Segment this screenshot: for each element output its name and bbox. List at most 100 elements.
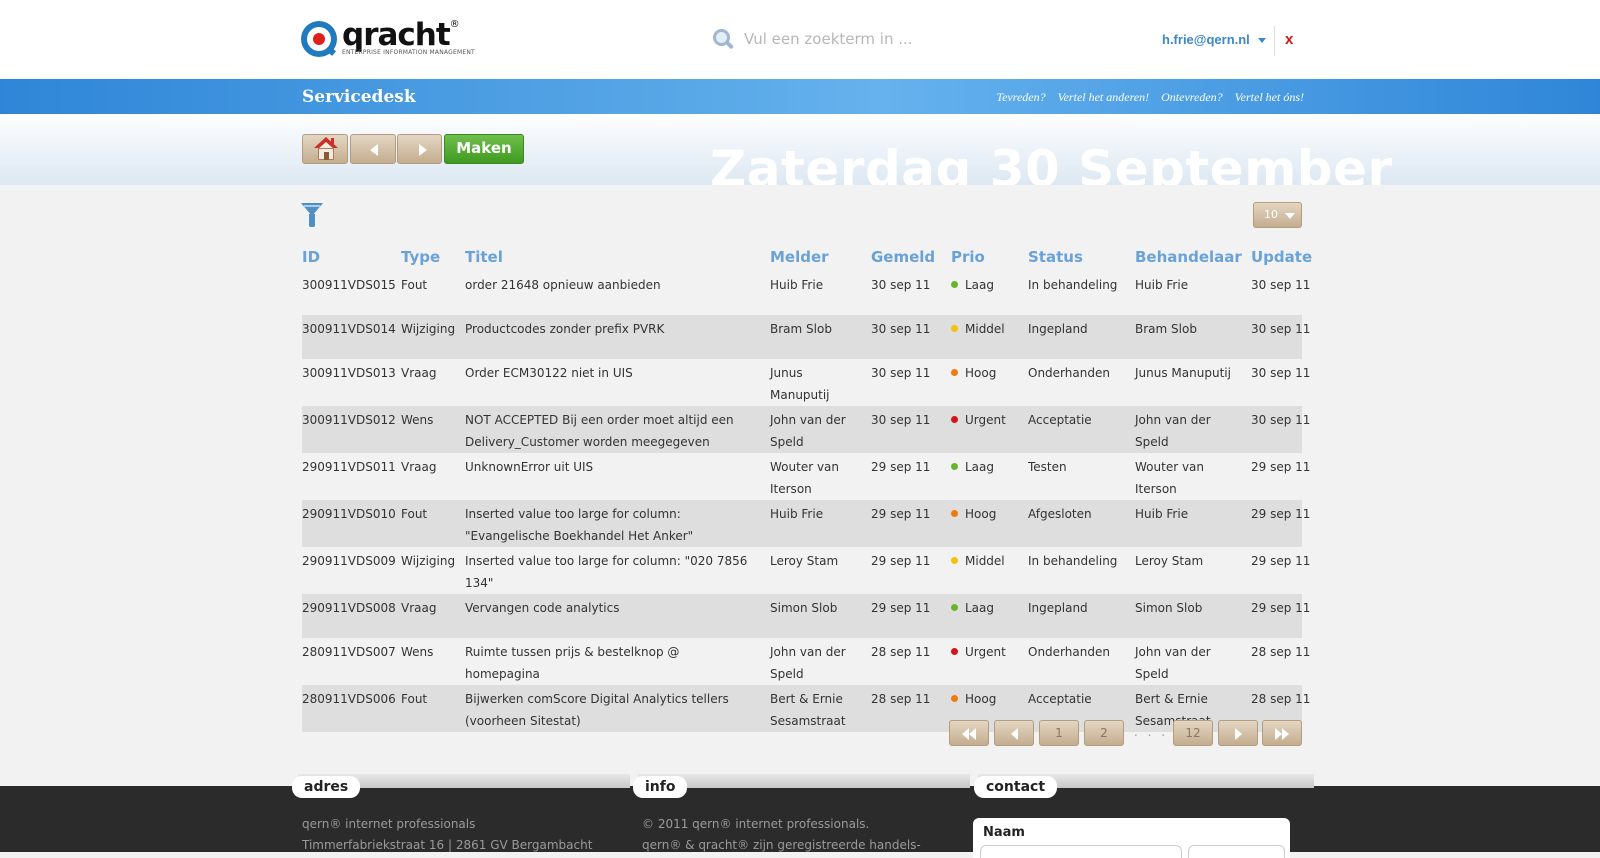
qracht-logo[interactable]: qracht® ENTERPRISE INFORMATION MANAGEMEN…	[301, 17, 475, 59]
feedback-link-vertel-ons[interactable]: Vertel het óns!	[1235, 90, 1304, 104]
ticket-status: Acceptatie	[1028, 406, 1135, 453]
priority-label: Middel	[965, 322, 1005, 336]
ticket-type: Vraag	[401, 594, 465, 638]
user-menu[interactable]: h.frie@qern.nl	[1162, 32, 1266, 47]
ticket-reporter: John van der Speld	[770, 645, 846, 681]
priority-label: Urgent	[965, 413, 1006, 427]
column-header-prio[interactable]: Prio	[951, 243, 1028, 271]
priority-label: Urgent	[965, 645, 1006, 659]
ticket-status: In behandeling	[1028, 554, 1118, 568]
ticket-status: Onderhanden	[1028, 645, 1110, 659]
table-row[interactable]: 290911VDS010 Fout Inserted value too large…	[302, 500, 1310, 547]
column-header-melder[interactable]: Melder	[770, 243, 871, 271]
table-row[interactable]: 290911VDS008 Vraag Vervangen code analytic…	[302, 594, 1310, 638]
ticket-priority: Urgent	[951, 406, 1028, 453]
column-header-id[interactable]: ID	[302, 243, 401, 271]
ticket-id: 280911VDS007	[302, 645, 396, 659]
column-header-titel[interactable]: Titel	[465, 243, 770, 271]
toolbar-band: Zaterdag 30 September	[0, 114, 1600, 185]
home-button[interactable]	[302, 134, 348, 164]
ticket-id: 290911VDS009	[302, 554, 396, 568]
ticket-priority: Middel	[951, 315, 1028, 359]
table-row[interactable]: 300911VDS012 Wens NOT ACCEPTED Bij een ord…	[302, 406, 1310, 453]
ticket-title: Ruimte tussen prijs & bestelknop @ homep…	[465, 645, 680, 681]
column-header-behandelaar[interactable]: Behandelaar	[1135, 243, 1251, 271]
column-header-gemeld[interactable]: Gemeld	[871, 243, 951, 271]
ticket-id: 300911VDS012	[302, 406, 401, 453]
ticket-reported-date: 29 sep 11	[871, 594, 951, 638]
table-row[interactable]: 300911VDS015 Fout order 21648 opnieuw aanb…	[302, 271, 1310, 315]
ticket-updated-date: 29 sep 11	[1251, 460, 1311, 474]
footer-tab-adres: adres	[292, 776, 361, 798]
page-1-button[interactable]: 1	[1039, 720, 1079, 746]
column-header-type[interactable]: Type	[401, 243, 465, 271]
feedback-link-tevreden[interactable]: Tevreden?	[997, 90, 1046, 104]
qracht-logo-icon	[301, 21, 337, 57]
priority-dot-icon	[951, 557, 958, 564]
filter-icon[interactable]	[301, 203, 323, 229]
ticket-reported-date: 30 sep 11	[871, 366, 931, 380]
ticket-reported-date: 30 sep 11	[871, 315, 951, 359]
ticket-title: Order ECM30122 niet in UIS	[465, 366, 633, 380]
footer-info-line: © 2011 qern® internet professionals.	[642, 817, 870, 831]
ticket-updated-date: 30 sep 11	[1251, 315, 1310, 359]
ticket-handler: Simon Slob	[1135, 594, 1251, 638]
ticket-reporter: Huib Frie	[770, 278, 824, 292]
ticket-reported-date: 29 sep 11	[871, 460, 931, 474]
back-button[interactable]	[350, 134, 396, 164]
ticket-title: Inserted value too large for column: "02…	[465, 554, 748, 590]
search-input[interactable]	[742, 29, 966, 49]
footer-tab-info: info	[633, 776, 688, 798]
footer-strip-info	[638, 774, 970, 788]
ticket-type: Vraag	[401, 366, 437, 380]
ticket-reported-date: 29 sep 11	[871, 500, 951, 547]
ticket-type: Fout	[401, 278, 428, 292]
column-header-update[interactable]: Update	[1251, 243, 1312, 271]
create-button[interactable]: Maken	[444, 134, 524, 164]
ticket-reporter: Bram Slob	[770, 315, 871, 359]
ticket-reporter: Huib Frie	[770, 500, 871, 547]
ticket-status: In behandeling	[1028, 278, 1118, 292]
priority-label: Laag	[965, 601, 995, 615]
page-size-select[interactable]: 10	[1253, 202, 1302, 228]
first-page-button[interactable]	[949, 720, 989, 746]
feedback-link-ontevreden[interactable]: Ontevreden?	[1161, 90, 1223, 104]
ticket-title: order 21648 opnieuw aanbieden	[465, 278, 661, 292]
forward-button[interactable]	[397, 134, 442, 164]
ticket-title: UnknownError uit UIS	[465, 460, 594, 474]
search-icon[interactable]	[712, 28, 735, 50]
prev-page-button[interactable]	[994, 720, 1034, 746]
ticket-reporter: Wouter van Iterson	[770, 460, 840, 496]
ticket-priority: Laag	[951, 271, 1028, 315]
priority-label: Hoog	[965, 692, 997, 706]
chevron-down-icon	[1257, 38, 1266, 43]
feedback-links: Tevreden? Vertel het anderen! Ontevreden…	[988, 90, 1305, 105]
table-row[interactable]: 290911VDS009 Wijziging Inserted value too …	[302, 547, 1310, 594]
home-icon	[314, 137, 338, 161]
ticket-updated-date: 28 sep 11	[1251, 645, 1311, 659]
ticket-title: Productcodes zonder prefix PVRK	[465, 315, 770, 359]
ticket-updated-date: 29 sep 11	[1251, 594, 1310, 638]
page-12-button[interactable]: 12	[1173, 720, 1213, 746]
table-row[interactable]: 280911VDS007 Wens Ruimte tussen prijs & be…	[302, 638, 1311, 685]
table-row[interactable]: 300911VDS013 Vraag Order ECM30122 niet in …	[302, 359, 1310, 406]
ticket-updated-date: 30 sep 11	[1251, 406, 1310, 453]
ticket-updated-date: 29 sep 11	[1251, 500, 1310, 547]
last-page-button[interactable]	[1262, 720, 1302, 746]
footer-adres-line: Timmerfabriekstraat 16 | 2861 GV Bergamb…	[302, 838, 593, 852]
column-header-status[interactable]: Status	[1028, 243, 1135, 271]
logout-button[interactable]: x	[1285, 31, 1293, 48]
ticket-title: Inserted value too large for column: "Ev…	[465, 500, 770, 547]
page-title: Servicedesk	[302, 87, 416, 107]
priority-label: Hoog	[965, 366, 997, 380]
page-2-button[interactable]: 2	[1084, 720, 1124, 746]
table-row[interactable]: 300911VDS014 Wijziging Productcodes zonder…	[302, 315, 1310, 359]
table-row[interactable]: 290911VDS011 Vraag UnknownError uit UIS Wou…	[302, 453, 1311, 500]
ticket-handler: Huib Frie	[1135, 278, 1189, 292]
ticket-handler: John van der Speld	[1135, 406, 1251, 453]
feedback-link-vertel-anderen[interactable]: Vertel het anderen!	[1058, 90, 1150, 104]
next-page-button[interactable]	[1218, 720, 1258, 746]
ticket-handler: Leroy Stam	[1135, 554, 1204, 568]
ticket-type: Fout	[401, 500, 465, 547]
priority-label: Laag	[965, 460, 995, 474]
